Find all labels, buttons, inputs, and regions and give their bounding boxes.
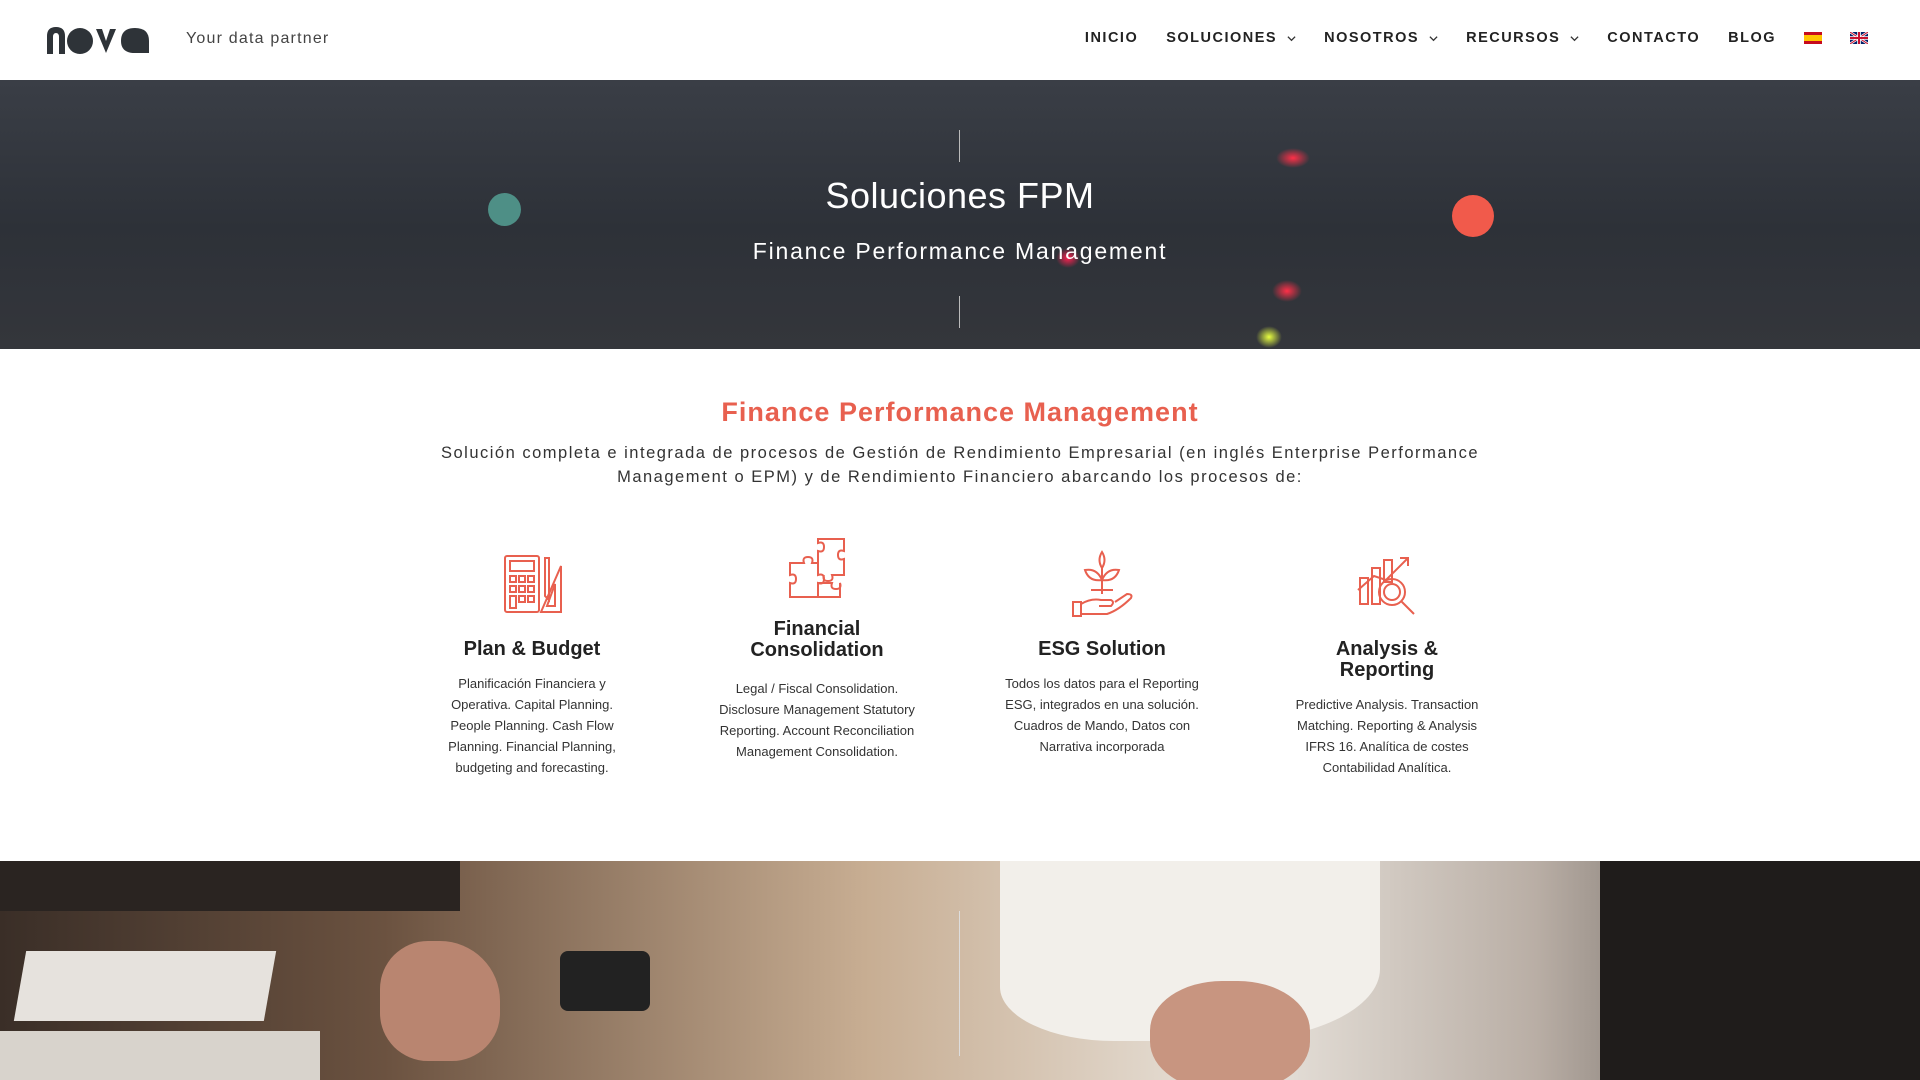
card-description: Legal / Fiscal Consolidation. Disclosure… bbox=[719, 681, 915, 759]
card-title: Financial Consolidation bbox=[750, 618, 884, 661]
section-divider bbox=[959, 911, 960, 1056]
nav-nosotros-label: NOSOTROS bbox=[1324, 30, 1420, 46]
photo-paper bbox=[13, 951, 277, 1021]
nav-blog-label: BLOG bbox=[1728, 30, 1776, 46]
main-nav: INICIO SOLUCIONES NOSOTROS RECURSOS CONT… bbox=[1057, 30, 1868, 46]
workspace-photo bbox=[0, 861, 1920, 1080]
card-title: ESG Solution bbox=[1038, 638, 1166, 660]
card-title: Plan & Budget bbox=[463, 638, 601, 660]
calculator-ruler-icon bbox=[504, 555, 562, 613]
hero-banner: Soluciones FPM Finance Performance Manag… bbox=[0, 80, 1920, 349]
section-description: Solución completa e integrada de proceso… bbox=[440, 444, 1480, 486]
nav-blog[interactable]: BLOG bbox=[1728, 30, 1776, 46]
card-title: Analysis & Reporting bbox=[1335, 638, 1439, 681]
hero-title: Soluciones FPM bbox=[825, 175, 1095, 216]
card-description: Todos los datos para el Reporting ESG, i… bbox=[1005, 676, 1199, 754]
nav-inicio-label: INICIO bbox=[1084, 30, 1139, 46]
nav-recursos-label: RECURSOS bbox=[1466, 30, 1561, 46]
uk-flag-icon[interactable] bbox=[1850, 32, 1868, 44]
hero-light bbox=[1256, 326, 1282, 348]
plant-hand-icon bbox=[1072, 550, 1133, 617]
section-title: Finance Performance Management bbox=[721, 397, 1199, 427]
hero-divider-bottom bbox=[959, 296, 960, 328]
card-plan-budget: Plan & Budget Planificación Financiera y… bbox=[432, 535, 632, 778]
card-description: Predictive Analysis. Transaction Matchin… bbox=[1295, 697, 1479, 775]
spain-flag-icon[interactable] bbox=[1804, 32, 1822, 44]
nav-soluciones[interactable]: SOLUCIONES bbox=[1166, 30, 1296, 46]
nav-contacto[interactable]: CONTACTO bbox=[1607, 30, 1700, 46]
site-header: Your data partner INICIO SOLUCIONES NOSO… bbox=[0, 0, 1920, 80]
chevron-down-icon bbox=[1570, 35, 1579, 41]
nav-inicio[interactable]: INICIO bbox=[1085, 30, 1138, 46]
card-financial-consolidation: Financial Consolidation Legal / Fiscal C… bbox=[717, 535, 917, 762]
card-esg-solution: ESG Solution Todos los datos para el Rep… bbox=[1002, 535, 1202, 757]
card-analysis-reporting: Analysis & Reporting Predictive Analysis… bbox=[1287, 535, 1487, 778]
hero-light bbox=[1276, 148, 1310, 168]
hero-subtitle: Finance Performance Management bbox=[752, 238, 1168, 264]
photo-phone bbox=[560, 951, 650, 1011]
chart-magnifier-icon bbox=[1357, 557, 1415, 615]
nav-contacto-label: CONTACTO bbox=[1607, 30, 1701, 46]
card-description: Planificación Financiera y Operativa. Ca… bbox=[448, 676, 616, 775]
nav-nosotros[interactable]: NOSOTROS bbox=[1324, 30, 1438, 46]
photo-dark-area bbox=[1600, 861, 1920, 1080]
chevron-down-icon bbox=[1287, 35, 1296, 41]
nova-logo[interactable] bbox=[45, 24, 151, 56]
hero-light bbox=[1272, 280, 1302, 302]
tagline: Your data partner bbox=[186, 30, 330, 47]
photo-hand bbox=[1150, 981, 1310, 1080]
hero-divider-top bbox=[959, 130, 960, 162]
nav-soluciones-label: SOLUCIONES bbox=[1166, 30, 1278, 46]
nav-recursos[interactable]: RECURSOS bbox=[1466, 30, 1579, 46]
photo-hand bbox=[380, 941, 500, 1061]
photo-sleeve bbox=[0, 861, 460, 911]
photo-paper bbox=[0, 1031, 320, 1080]
puzzle-icon bbox=[789, 538, 845, 598]
chevron-down-icon bbox=[1429, 35, 1438, 41]
